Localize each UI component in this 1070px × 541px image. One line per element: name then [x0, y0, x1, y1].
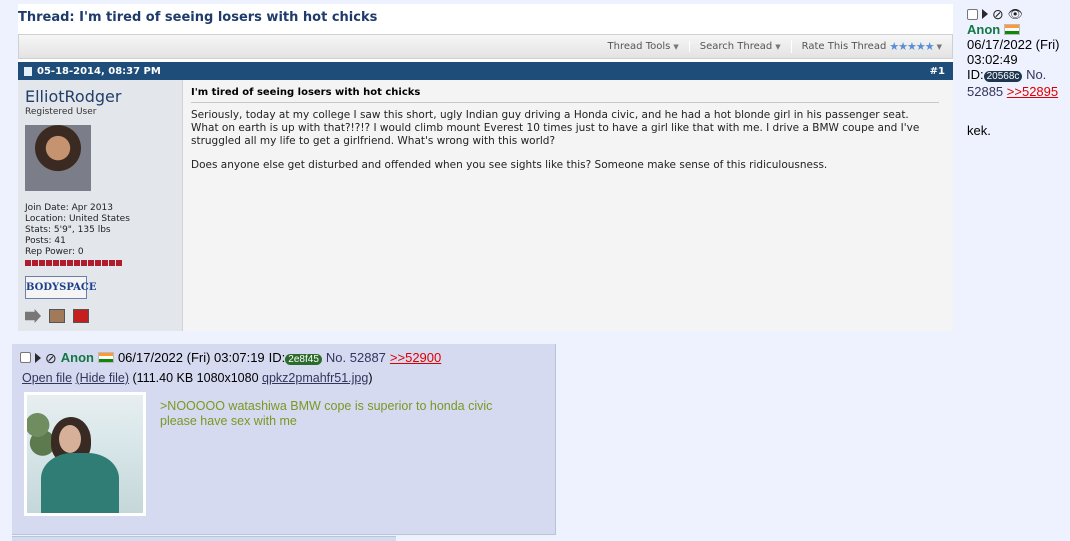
post-header: ⊘ Anon 06/17/2022 (Fri) 03:07:19 ID: 2e8f… [20, 350, 441, 365]
hide-post-icon[interactable]: ⊘ [45, 351, 57, 365]
post-header-bar: 05-18-2014, 08:37 PM #1 [18, 62, 953, 80]
user-info-panel: ElliotRodger Registered User Join Date: … [18, 80, 183, 331]
user-stats: Join Date: Apr 2013 Location: United Sta… [25, 203, 130, 257]
post-52887: ⊘ Anon 06/17/2022 (Fri) 03:07:19 ID: 2e8f… [12, 344, 556, 535]
thread-title: Thread: I'm tired of seeing losers with … [18, 10, 378, 25]
watch-post-icon[interactable]: 👁 [1008, 8, 1023, 20]
hide-post-icon[interactable]: ⊘ [992, 7, 1004, 21]
rating-stars-icon: ★★★★★ [889, 40, 934, 53]
post-52885: ⊘ 👁 Anon 06/17/2022 (Fri) 03:02:49 ID: 20… [967, 6, 1067, 138]
post-select-checkbox[interactable] [20, 352, 31, 363]
reputation-bar [25, 260, 175, 266]
post-number-link[interactable]: No. 52887 [326, 350, 386, 365]
dropdown-arrow-icon: ▼ [936, 42, 942, 51]
dropdown-arrow-icon: ▼ [775, 42, 781, 51]
file-info: Open file (Hide file) (111.40 KB 1080x10… [22, 371, 373, 385]
post-date: 05-18-2014, 08:37 PM [37, 65, 161, 77]
india-flag-icon [1003, 24, 1020, 35]
rate-thread-menu: Rate This Thread ★★★★★ ▼ [790, 40, 952, 53]
greentext-line: please have sex with me [160, 414, 297, 428]
post-menu-arrow-icon[interactable] [982, 9, 988, 19]
report-post-icon [73, 309, 89, 323]
post-text: Seriously, today at my college I saw thi… [191, 109, 920, 171]
forum-screenshot: Thread: I'm tired of seeing losers with … [18, 4, 953, 331]
open-file-link[interactable]: Open file [22, 371, 72, 385]
hide-file-link[interactable]: (Hide file) [76, 371, 130, 385]
poster-id-badge[interactable]: 2e8f45 [285, 354, 322, 365]
search-thread-menu: Search Thread ▼ [688, 41, 791, 52]
user-action-icons [25, 309, 175, 323]
attached-image-thumbnail[interactable] [24, 392, 146, 516]
post-message: kek. [967, 123, 991, 138]
post-select-checkbox[interactable] [967, 8, 978, 20]
post-menu-arrow-icon[interactable] [35, 352, 41, 363]
post-body: I'm tired of seeing losers with hot chic… [183, 80, 953, 331]
post-number-link[interactable]: 52885 [967, 84, 1003, 99]
post-icon [24, 66, 32, 76]
forum-username: ElliotRodger [25, 87, 122, 106]
post-number: #1 [929, 65, 945, 77]
post-message: >NOOOOO watashiwa BMW cope is superior t… [160, 399, 492, 429]
poster-name: Anon [60, 350, 94, 365]
next-post-edge [12, 536, 396, 541]
poster-name: Anon [967, 22, 1001, 37]
user-action-icon [25, 309, 41, 323]
backlink[interactable]: >>52900 [390, 350, 441, 365]
thread-toolbar: Thread Tools ▼ Search Thread ▼ Rate This T… [18, 34, 953, 59]
dropdown-arrow-icon: ▼ [673, 42, 679, 51]
thread-tools-menu: Thread Tools ▼ [607, 41, 679, 52]
india-flag-icon [97, 352, 114, 363]
avatar [25, 125, 91, 191]
post-title: I'm tired of seeing losers with hot chic… [191, 87, 939, 103]
post-datetime: 06/17/2022 (Fri) 03:07:19 [117, 350, 265, 365]
post-datetime: 06/17/2022 (Fri) 03:02:49 [967, 37, 1060, 67]
reputation-scale-icon [49, 309, 65, 323]
greentext-quote: >NOOOOO watashiwa BMW cope is superior t… [160, 399, 493, 413]
poster-id-badge[interactable]: 20568c [983, 71, 1023, 82]
backlink[interactable]: >>52895 [1007, 84, 1058, 99]
user-title: Registered User [25, 107, 97, 117]
post-controls: ⊘ 👁 [967, 6, 1067, 22]
file-name-link[interactable]: qpkz2pmahfr51.jpg [262, 371, 368, 385]
bodyspace-badge: BODYSPACE [25, 276, 97, 299]
